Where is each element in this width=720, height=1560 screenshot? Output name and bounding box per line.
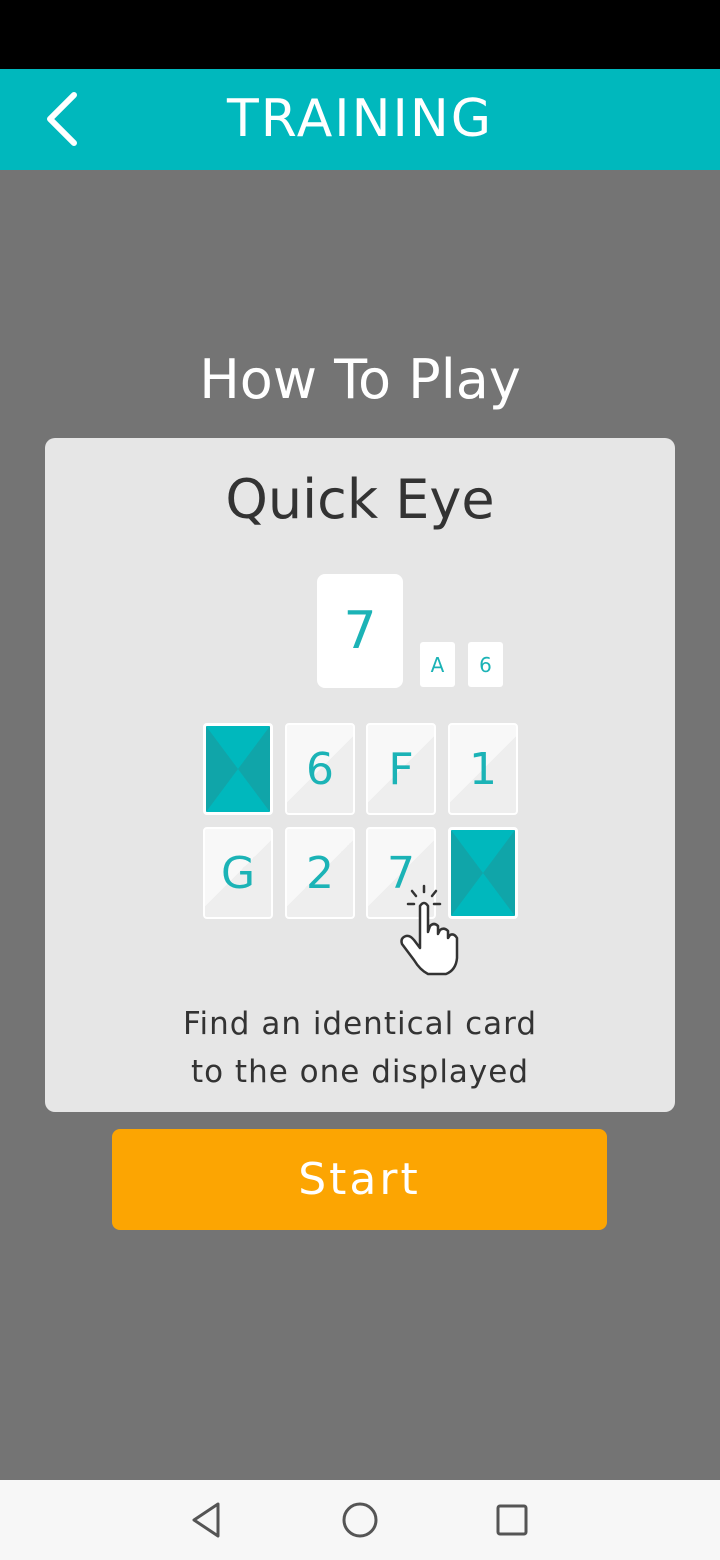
how-to-play-heading: How To Play (199, 348, 521, 411)
instructions-panel: Quick Eye 7 A 6 6 F 1 G 2 7 Find an iden… (45, 438, 675, 1112)
grid-card: 1 (448, 723, 518, 815)
nav-recents-button[interactable] (488, 1496, 536, 1544)
mini-card: 6 (468, 642, 503, 687)
face-down-card (203, 723, 273, 815)
app-header: TRAINING (0, 69, 720, 170)
game-title: Quick Eye (225, 468, 495, 531)
mini-card: A (420, 642, 455, 687)
tap-hand-icon (400, 884, 459, 976)
instruction-text: Find an identical card to the one displa… (45, 1000, 675, 1096)
circle-home-icon (342, 1502, 378, 1538)
grid-card: F (366, 723, 436, 815)
square-recents-icon (496, 1504, 528, 1536)
page-title: TRAINING (226, 89, 494, 149)
grid-card: G (203, 827, 273, 919)
card-back-pattern (206, 726, 270, 812)
triangle-back-icon (192, 1502, 220, 1538)
system-nav-bar (0, 1480, 720, 1560)
nav-back-button[interactable] (182, 1496, 230, 1544)
target-card: 7 (317, 574, 403, 688)
instruction-line-1: Find an identical card (182, 1006, 538, 1042)
instruction-line-2: to the one displayed (190, 1054, 530, 1090)
start-button[interactable]: Start (112, 1129, 607, 1230)
grid-card: 6 (285, 723, 355, 815)
grid-card: 2 (285, 827, 355, 919)
nav-home-button[interactable] (336, 1496, 384, 1544)
status-bar (0, 0, 720, 69)
